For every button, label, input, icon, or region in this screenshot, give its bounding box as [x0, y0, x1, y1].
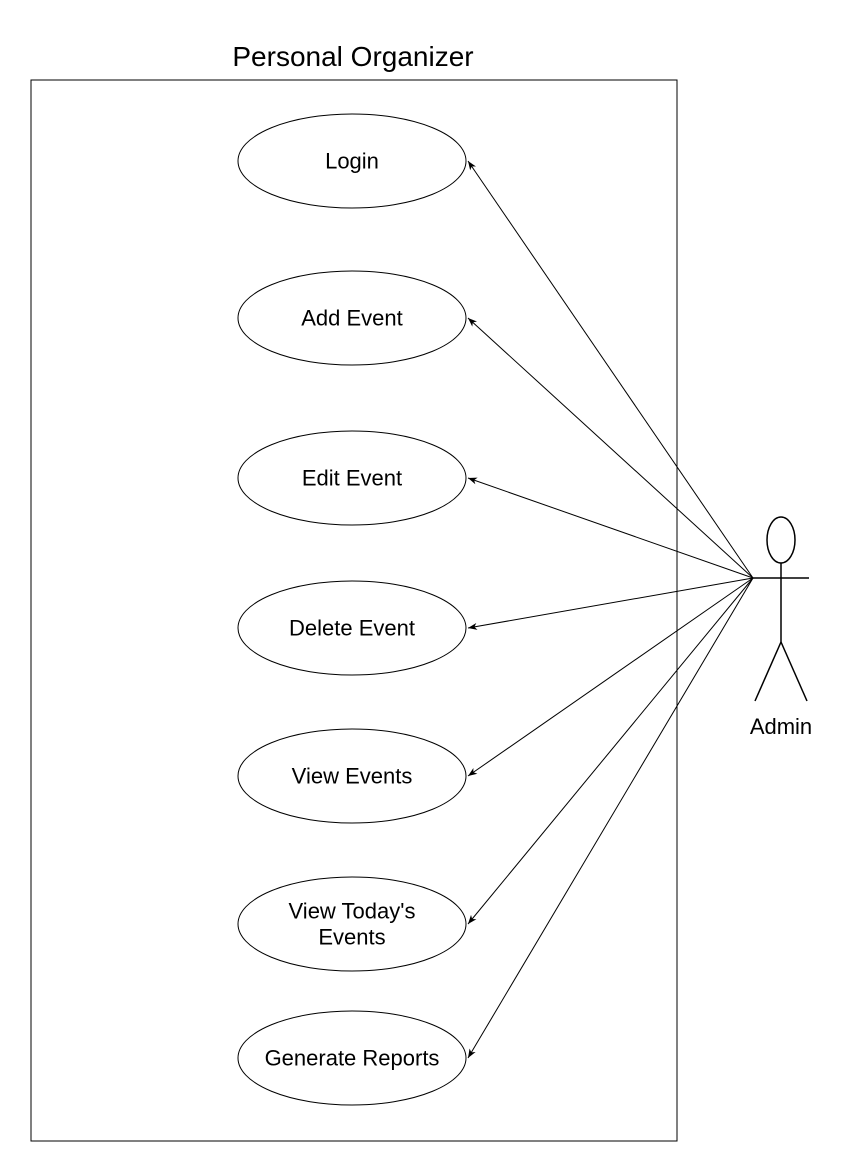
association-arrow — [467, 577, 754, 777]
use-cases: Login Add Event Edit Event Delete Event View… — [237, 113, 467, 1106]
admin-actor[interactable]: Admin — [750, 516, 812, 739]
use-case-label: Edit Event — [302, 466, 402, 491]
use-case[interactable]: Edit Event — [237, 430, 467, 526]
association-arrow — [467, 477, 754, 579]
use-case[interactable]: View Today'sEvents — [237, 876, 467, 972]
use-case[interactable]: Add Event — [237, 270, 467, 366]
actor-label: Admin — [750, 714, 812, 739]
associations — [467, 160, 754, 1059]
use-case-label: Delete Event — [289, 616, 415, 641]
use-case[interactable]: Generate Reports — [237, 1010, 467, 1106]
association-arrow — [467, 160, 754, 579]
use-case-label: Add Event — [301, 306, 403, 331]
use-case-label: Login — [325, 149, 379, 174]
actor-left-leg-icon — [754, 641, 782, 702]
use-case-diagram: Personal Organizer Login Add Event Edit Ev… — [30, 41, 812, 1142]
association-arrow — [467, 577, 754, 1059]
use-case[interactable]: Delete Event — [237, 580, 467, 676]
system-title: Personal Organizer — [232, 41, 473, 72]
use-case-label: View Today's — [289, 899, 416, 924]
use-case[interactable]: View Events — [237, 728, 467, 824]
association-arrow — [467, 577, 754, 630]
association-arrow — [467, 317, 754, 579]
use-case-label: Generate Reports — [265, 1046, 440, 1071]
actor-right-leg-icon — [780, 641, 808, 702]
use-case-label: View Events — [292, 764, 413, 789]
use-case-label: Events — [318, 925, 385, 950]
association-arrow — [467, 577, 754, 925]
actor-head-icon — [766, 516, 796, 564]
use-case[interactable]: Login — [237, 113, 467, 209]
